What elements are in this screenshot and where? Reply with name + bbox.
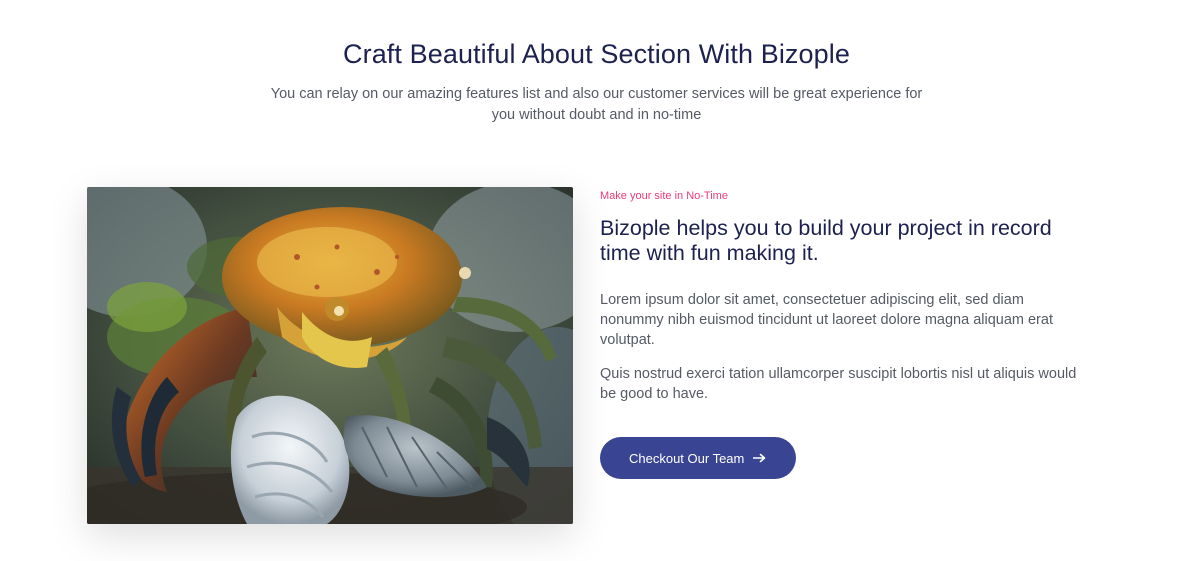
checkout-team-button[interactable]: Checkout Our Team xyxy=(600,437,797,479)
content-title: Bizople helps you to build your project … xyxy=(600,216,1052,265)
section-title: Craft Beautiful About Section With Bizop… xyxy=(343,39,850,69)
section-header: Craft Beautiful About Section With Bizop… xyxy=(0,36,1193,126)
body-paragraph-1: Lorem ipsum dolor sit amet, consectetuer… xyxy=(600,292,1053,348)
checkout-team-button-label: Checkout Our Team xyxy=(629,450,745,466)
about-section: Craft Beautiful About Section With Bizop… xyxy=(0,0,1193,561)
arrow-right-icon xyxy=(753,453,766,463)
eyebrow-label: Make your site in No-Time xyxy=(600,190,728,202)
about-image xyxy=(87,187,573,524)
crab-photo xyxy=(87,187,573,524)
about-content: Make your site in No-Time Bizople helps … xyxy=(600,189,1080,479)
body-paragraph-2: Quis nostrud exerci tation ullamcorper s… xyxy=(600,366,1077,402)
section-subtitle: You can relay on our amazing features li… xyxy=(270,86,923,123)
